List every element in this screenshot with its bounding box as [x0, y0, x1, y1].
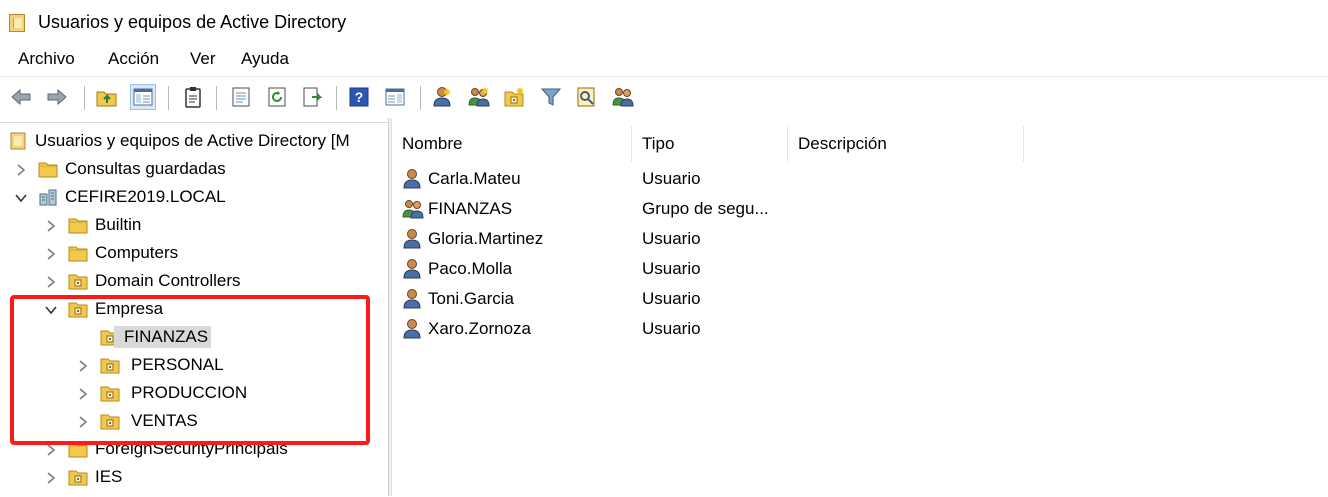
chevron-right-icon[interactable] — [76, 415, 90, 429]
find-icon[interactable] — [574, 84, 600, 110]
ad-users-computers-app-icon — [9, 14, 25, 32]
list-item[interactable]: Toni.Garcia Usuario — [392, 284, 1328, 314]
list-item-name: Xaro.Zornoza — [428, 319, 531, 338]
tree-item-label: Domain Controllers — [95, 271, 241, 290]
menu-ayuda[interactable]: Ayuda — [241, 49, 289, 69]
chevron-right-icon[interactable] — [14, 163, 28, 177]
list-item-type: Usuario — [642, 169, 701, 188]
window-title: Usuarios y equipos de Active Directory — [38, 12, 347, 32]
user-icon — [402, 228, 424, 250]
console-tree: Usuarios y equipos de Active Directory [… — [0, 122, 388, 497]
chevron-right-icon[interactable] — [44, 471, 58, 485]
ou-icon — [68, 299, 88, 319]
ou-icon — [68, 467, 88, 487]
tree-item-label: PERSONAL — [131, 355, 224, 374]
folder-icon — [68, 439, 88, 459]
add-to-group-icon[interactable] — [610, 84, 636, 110]
chevron-right-icon[interactable] — [76, 359, 90, 373]
svg-text:?: ? — [355, 89, 364, 105]
column-header-tipo[interactable]: Tipo — [632, 126, 788, 162]
ou-icon — [100, 383, 120, 403]
menu-ver[interactable]: Ver — [190, 49, 216, 69]
main-panes: Usuarios y equipos de Active Directory [… — [0, 118, 1328, 496]
menu-bar: Archivo Acción Ver Ayuda — [0, 44, 1328, 76]
user-icon — [402, 258, 424, 280]
folder-icon — [68, 215, 88, 235]
chevron-down-icon[interactable] — [44, 303, 58, 317]
toolbar-separator — [336, 86, 337, 110]
toolbar-separator — [168, 86, 169, 110]
tree-item-label: Consultas guardadas — [65, 159, 226, 178]
chevron-right-icon[interactable] — [44, 247, 58, 261]
toolbar-separator — [216, 86, 217, 110]
tree-item-label: Computers — [95, 243, 179, 262]
toolbar: ? — [0, 76, 1328, 119]
tree-item-label: IES — [95, 467, 123, 486]
menu-archivo[interactable]: Archivo — [18, 49, 75, 69]
tree-item-label: Empresa — [95, 299, 164, 318]
title-bar: Usuarios y equipos de Active Directory — [0, 0, 1328, 44]
console-tree-icon[interactable] — [382, 84, 408, 110]
list-item-type: Usuario — [642, 289, 701, 308]
column-header-nombre[interactable]: Nombre — [392, 126, 632, 162]
tree-item-label: CEFIRE2019.LOCAL — [65, 187, 226, 206]
list-item-name: Toni.Garcia — [428, 289, 514, 308]
group-icon — [402, 198, 424, 220]
list-item[interactable]: Carla.Mateu Usuario — [392, 164, 1328, 194]
forward-arrow-icon[interactable] — [44, 84, 70, 110]
new-user-icon[interactable] — [430, 84, 456, 110]
ou-icon — [100, 355, 120, 375]
column-header-descripcion[interactable]: Descripción — [788, 126, 1024, 162]
toolbar-separator — [84, 86, 85, 110]
tree-item-label: Usuarios y equipos de Active Directory [… — [35, 131, 350, 150]
properties-icon[interactable] — [228, 84, 254, 110]
user-icon — [402, 288, 424, 310]
user-icon — [402, 168, 424, 190]
refresh-icon[interactable] — [264, 84, 290, 110]
results-list: Nombre Tipo Descripción Carla.Mateu Usua… — [392, 118, 1328, 496]
new-group-icon[interactable] — [466, 84, 492, 110]
chevron-right-icon[interactable] — [76, 387, 90, 401]
back-arrow-icon[interactable] — [8, 84, 34, 110]
domain-icon — [39, 189, 57, 206]
chevron-down-icon[interactable] — [14, 191, 28, 205]
tree-item-label: PRODUCCION — [131, 383, 248, 402]
help-icon[interactable]: ? — [346, 84, 372, 110]
list-item-type: Usuario — [642, 259, 701, 278]
user-icon — [402, 318, 424, 340]
list-item-type: Usuario — [642, 319, 701, 338]
list-item[interactable]: Xaro.Zornoza Usuario — [392, 314, 1328, 344]
chevron-right-icon[interactable] — [44, 219, 58, 233]
list-item[interactable]: Paco.Molla Usuario — [392, 254, 1328, 284]
list-item-type: Grupo de segu... — [642, 199, 769, 218]
new-ou-icon[interactable] — [502, 84, 528, 110]
tree-item-label: Builtin — [95, 215, 142, 234]
show-hide-tree-icon[interactable] — [130, 84, 156, 110]
tree-item-label: ForeignSecurityPrincipals — [95, 439, 288, 458]
tree-item-label: VENTAS — [131, 411, 198, 430]
clipboard-icon[interactable] — [180, 84, 206, 110]
list-item[interactable]: FINANZAS Grupo de segu... — [392, 194, 1328, 224]
folder-icon — [38, 159, 58, 179]
tree-item-label: FINANZAS — [114, 326, 212, 348]
chevron-right-icon[interactable] — [44, 443, 58, 457]
export-list-icon[interactable] — [300, 84, 326, 110]
filter-icon[interactable] — [538, 84, 564, 110]
toolbar-separator — [420, 86, 421, 110]
up-folder-icon[interactable] — [94, 84, 120, 110]
list-item[interactable]: Gloria.Martinez Usuario — [392, 224, 1328, 254]
chevron-right-icon[interactable] — [44, 275, 58, 289]
list-item-name: Carla.Mateu — [428, 169, 521, 188]
ad-root-icon — [10, 132, 26, 150]
list-item-type: Usuario — [642, 229, 701, 248]
list-item-name: Gloria.Martinez — [428, 229, 544, 248]
ou-icon — [100, 411, 120, 431]
menu-accion[interactable]: Acción — [108, 49, 159, 69]
folder-icon — [68, 243, 88, 263]
list-item-name: Paco.Molla — [428, 259, 513, 278]
list-item-name: FINANZAS — [428, 199, 513, 218]
ou-icon — [68, 271, 88, 291]
